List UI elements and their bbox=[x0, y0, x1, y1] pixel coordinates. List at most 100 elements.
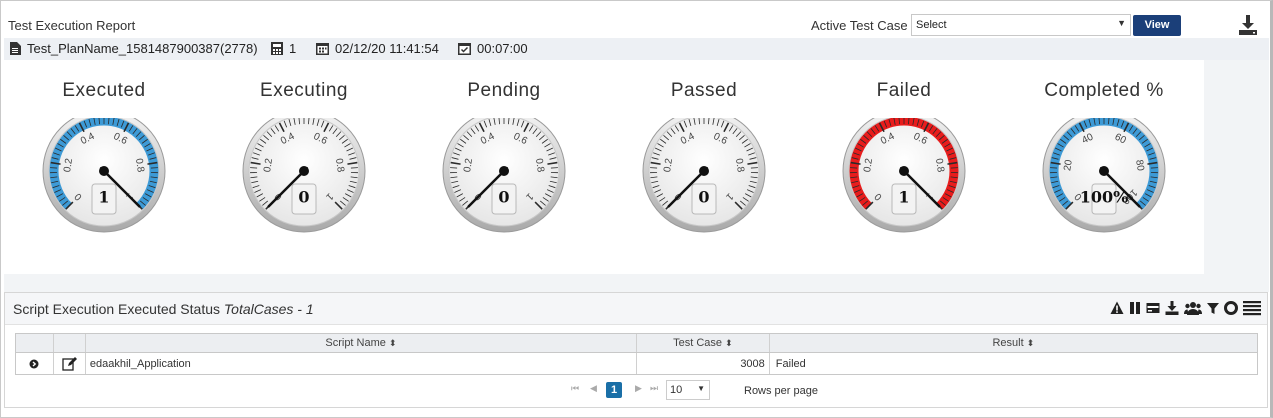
prev-page-icon[interactable]: ◀ bbox=[590, 383, 597, 394]
duration-item: 00:07:00 bbox=[458, 41, 528, 56]
sort-icon: ⬍ bbox=[1026, 337, 1035, 348]
rows-per-page-label: Rows per page bbox=[744, 385, 818, 397]
gauge-dial: 00.20.40.60.811 bbox=[842, 118, 966, 233]
plan-name-item: Test_PlanName_1581487900387(2778) bbox=[10, 41, 258, 56]
header-result[interactable]: Result ⬍ bbox=[770, 334, 1257, 352]
cell-result: Failed bbox=[775, 357, 806, 370]
gauge-tick-label: 0.8 bbox=[733, 158, 746, 174]
list-icon[interactable] bbox=[1243, 300, 1261, 316]
header-result-label: Result bbox=[992, 337, 1024, 349]
chevron-down-icon: ▼ bbox=[697, 384, 705, 393]
gauge-tick-label: 0.8 bbox=[933, 158, 946, 174]
expand-icon[interactable] bbox=[29, 359, 39, 369]
gauge-title: Completed % bbox=[1044, 80, 1164, 101]
rows-per-page-select[interactable]: 10 ▼ bbox=[666, 380, 710, 400]
gauges-side-area bbox=[1204, 60, 1269, 274]
gauge-dial: 00.20.40.60.810 bbox=[442, 118, 566, 233]
results-table: Script Name ⬍ Test Case ⬍ Result ⬍ edaak… bbox=[15, 333, 1258, 375]
script-status-panel: Script Execution Executed Status TotalCa… bbox=[4, 292, 1268, 408]
gauge-completed: Completed % 020406080100100% bbox=[1004, 78, 1204, 268]
gauge-dial: 00.20.40.60.811 bbox=[42, 118, 166, 233]
gauge-tick-label: 0.2 bbox=[62, 157, 75, 173]
gauge-dial: 00.20.40.60.810 bbox=[242, 118, 366, 233]
pause-icon[interactable] bbox=[1129, 301, 1141, 315]
gauge-tick-label: 0.2 bbox=[862, 157, 875, 173]
gauge-value: 1 bbox=[98, 188, 109, 207]
execution-date: 02/12/20 11:41:54 bbox=[335, 41, 439, 56]
gauge-tick-label: 0.8 bbox=[333, 158, 346, 174]
gauge-failed: Failed00.20.40.60.811 bbox=[804, 78, 1004, 268]
date-item: 02/12/20 11:41:54 bbox=[316, 41, 439, 56]
gauge-title: Passed bbox=[670, 80, 738, 101]
active-test-case-select[interactable]: Select ▼ bbox=[911, 14, 1131, 36]
pagination: ⏮ ◀ 1 ▶ ⏭ 10 ▼ Rows per page bbox=[5, 379, 1267, 401]
card-icon[interactable] bbox=[1146, 301, 1160, 315]
gauge-passed: Passed00.20.40.60.810 bbox=[604, 78, 804, 268]
header-script-name[interactable]: Script Name ⬍ bbox=[86, 334, 637, 352]
gauge-pending: Pending00.20.40.60.810 bbox=[404, 78, 604, 268]
gauge-executing: Executing00.20.40.60.810 bbox=[204, 78, 404, 268]
table-header: Script Name ⬍ Test Case ⬍ Result ⬍ bbox=[16, 334, 1257, 353]
panel-subtitle: TotalCases - 1 bbox=[223, 301, 314, 317]
gauge-tick-label: 80 bbox=[1133, 159, 1146, 172]
header-script-name-label: Script Name bbox=[325, 337, 386, 349]
panel-header: Script Execution Executed Status TotalCa… bbox=[5, 293, 1267, 325]
gauge-title: Pending bbox=[467, 80, 541, 101]
gauge-value: 0 bbox=[298, 188, 309, 207]
panel-toolbar bbox=[1110, 300, 1261, 316]
select-value: Select bbox=[916, 19, 947, 31]
panel-separator bbox=[4, 274, 1269, 292]
download-report-icon[interactable] bbox=[1236, 13, 1260, 37]
plan-info-bar: Test_PlanName_1581487900387(2778) 1 02/1… bbox=[4, 38, 1269, 60]
active-test-case-label: Active Test Case bbox=[811, 18, 908, 33]
chevron-down-icon: ▼ bbox=[1117, 18, 1126, 28]
gauge-value: 1 bbox=[898, 188, 909, 207]
current-page-button[interactable]: 1 bbox=[606, 382, 622, 398]
gauge-tick-label: 0.2 bbox=[462, 157, 475, 173]
execution-count: 1 bbox=[289, 41, 297, 56]
gauge-dial: 00.20.40.60.810 bbox=[642, 118, 766, 233]
last-page-icon[interactable]: ⏭ bbox=[650, 383, 658, 394]
gauge-value: 0 bbox=[498, 188, 509, 207]
gauge-title: Executing bbox=[260, 80, 348, 101]
header-test-case-label: Test Case bbox=[673, 337, 723, 349]
cell-script-name: edaakhil_Application bbox=[86, 353, 637, 374]
filter-icon[interactable] bbox=[1207, 301, 1219, 315]
gauge-title: Failed bbox=[876, 80, 932, 101]
edit-cell[interactable] bbox=[54, 353, 86, 374]
gauge-tick-label: 20 bbox=[1062, 159, 1075, 172]
header-test-case[interactable]: Test Case ⬍ bbox=[637, 334, 770, 352]
page-title: Test Execution Report bbox=[8, 18, 136, 33]
next-page-icon[interactable]: ▶ bbox=[635, 383, 642, 394]
gauge-tick-label: 0.2 bbox=[662, 157, 675, 173]
sort-icon: ⬍ bbox=[725, 337, 733, 348]
gauge-dial: 020406080100100% bbox=[1042, 118, 1166, 233]
first-page-icon[interactable]: ⏮ bbox=[571, 383, 579, 394]
circle-icon[interactable] bbox=[1224, 301, 1238, 315]
panel-title: Script Execution Executed Status TotalCa… bbox=[13, 301, 314, 317]
calendar-check-icon bbox=[458, 43, 471, 55]
execution-duration: 00:07:00 bbox=[477, 41, 528, 56]
users-icon[interactable] bbox=[1184, 301, 1202, 315]
gauge-tick-label: 0.2 bbox=[262, 157, 275, 173]
gauge-executed: Executed 00.20.40.60.811 bbox=[4, 78, 204, 268]
download-icon[interactable] bbox=[1165, 301, 1179, 315]
edit-icon[interactable] bbox=[62, 356, 77, 371]
document-icon bbox=[10, 42, 21, 55]
count-item: 1 bbox=[271, 41, 296, 56]
gauge-value: 0 bbox=[698, 188, 709, 207]
sort-icon: ⬍ bbox=[388, 337, 397, 348]
warning-icon[interactable] bbox=[1110, 301, 1124, 315]
gauge-tick-label: 0.8 bbox=[533, 158, 546, 174]
expand-cell[interactable] bbox=[16, 353, 54, 374]
table-row[interactable]: edaakhil_Application 3008 Failed bbox=[16, 353, 1257, 374]
view-button[interactable]: View bbox=[1133, 15, 1181, 36]
panel-title-text: Script Execution Executed Status bbox=[13, 301, 220, 317]
header-expand bbox=[16, 334, 54, 352]
calculator-icon bbox=[271, 42, 283, 55]
plan-name: Test_PlanName_1581487900387(2778) bbox=[27, 41, 258, 56]
gauge-title: Executed bbox=[62, 80, 146, 101]
rows-per-page-value: 10 bbox=[670, 384, 683, 396]
header-edit bbox=[54, 334, 86, 352]
gauge-value: 100% bbox=[1080, 188, 1129, 207]
